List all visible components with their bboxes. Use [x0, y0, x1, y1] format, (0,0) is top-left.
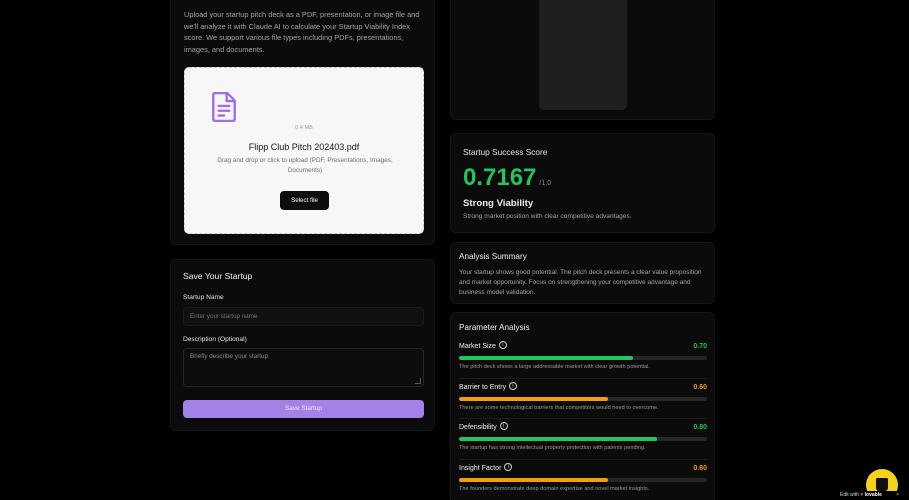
analysis-summary-card: Analysis Summary Your startup shows good… [450, 242, 715, 304]
parameter-score: 0.80 [693, 424, 707, 431]
info-icon[interactable]: i [499, 422, 508, 430]
score-bar [459, 356, 707, 360]
drop-hint: Drag and drop or click to upload (PDF, P… [217, 157, 393, 174]
parameter-description: The founders demonstrate deep domain exp… [459, 486, 650, 492]
info-icon[interactable]: i [509, 382, 518, 390]
viability-description: Strong market position with clear compet… [463, 213, 632, 220]
preview-card [450, 0, 715, 120]
upload-card: Upload your startup pitch deck as a PDF,… [170, 0, 435, 245]
save-startup-card: Save Your Startup Startup Name Descripti… [170, 259, 435, 431]
parameter-description: The startup has strong intellectual prop… [459, 445, 646, 451]
parameter-name: Barrier to Entry [459, 384, 507, 391]
score-bar-fill [459, 478, 608, 482]
description-placeholder: Briefly describe your startup [190, 353, 269, 360]
lovable-brand: lovable [864, 492, 882, 498]
score-bar [459, 437, 707, 441]
startup-name-input[interactable] [183, 307, 424, 326]
info-icon[interactable]: i [498, 341, 507, 349]
file-size: 0.4 MB [295, 125, 313, 131]
score-bar-fill [459, 356, 633, 360]
file-name: Flipp Club Pitch 202403.pdf [248, 142, 360, 152]
parameter-defensibility: Defensibility i 0.80 The startup has str… [459, 422, 707, 451]
score-title: Startup Success Score [463, 147, 548, 157]
divider [459, 459, 707, 460]
heart-icon: ♥ [860, 492, 864, 498]
divider [459, 418, 707, 419]
select-file-button[interactable]: Select file [280, 191, 329, 210]
parameter-description: The pitch deck shows a large addressable… [459, 364, 650, 370]
parameter-name: Insight Factor [459, 465, 502, 472]
parameter-score: 0.60 [693, 384, 707, 391]
score-bar [459, 397, 707, 401]
parameter-insight-factor: Insight Factor i 0.60 The founders demon… [459, 463, 707, 492]
parameter-score: 0.70 [693, 343, 707, 350]
info-icon[interactable]: i [504, 463, 513, 471]
score-bar-fill [459, 397, 608, 401]
score-suffix: /1.0 [539, 180, 552, 187]
analysis-summary-text: Your startup shows good potential. The p… [459, 269, 702, 296]
score-bar-fill [459, 437, 658, 441]
score-card: Startup Success Score 0.7167 /1.0 Strong… [450, 133, 715, 233]
parameter-name: Market Size [459, 343, 496, 350]
divider [459, 378, 707, 379]
parameter-description: There are some technological barriers th… [459, 405, 659, 411]
save-startup-button[interactable]: Save Startup [183, 400, 424, 418]
parameter-analysis-card: Parameter Analysis Market Size i 0.70 Th… [450, 312, 715, 500]
document-preview [539, 0, 627, 110]
startup-name-label: Startup Name [183, 294, 224, 301]
parameter-name: Defensibility [459, 424, 497, 431]
score-bar [459, 478, 707, 482]
parameter-barrier-to-entry: Barrier to Entry i 0.60 There are some t… [459, 382, 707, 411]
parameter-market-size: Market Size i 0.70 The pitch deck shows … [459, 341, 707, 370]
edit-with-text: Edit with [840, 492, 859, 498]
close-icon[interactable]: × [896, 492, 899, 498]
document-icon [212, 92, 236, 122]
parameter-analysis-title: Parameter Analysis [459, 323, 530, 332]
score-row: 0.7167 /1.0 [463, 164, 551, 192]
upload-intro-text: Upload your startup pitch deck as a PDF,… [184, 10, 420, 54]
parameter-score: 0.60 [693, 465, 707, 472]
resize-handle-icon[interactable] [415, 378, 421, 384]
analysis-summary-title: Analysis Summary [459, 252, 527, 261]
viability-rating: Strong Viability [463, 198, 534, 209]
save-startup-title: Save Your Startup [183, 271, 253, 281]
file-dropzone[interactable]: 0.4 MB Flipp Club Pitch 202403.pdf Drag … [184, 67, 424, 234]
description-textarea[interactable]: Briefly describe your startup [183, 348, 424, 387]
cup-icon [876, 478, 888, 491]
score-value: 0.7167 [463, 164, 537, 191]
description-label: Description (Optional) [183, 336, 247, 343]
